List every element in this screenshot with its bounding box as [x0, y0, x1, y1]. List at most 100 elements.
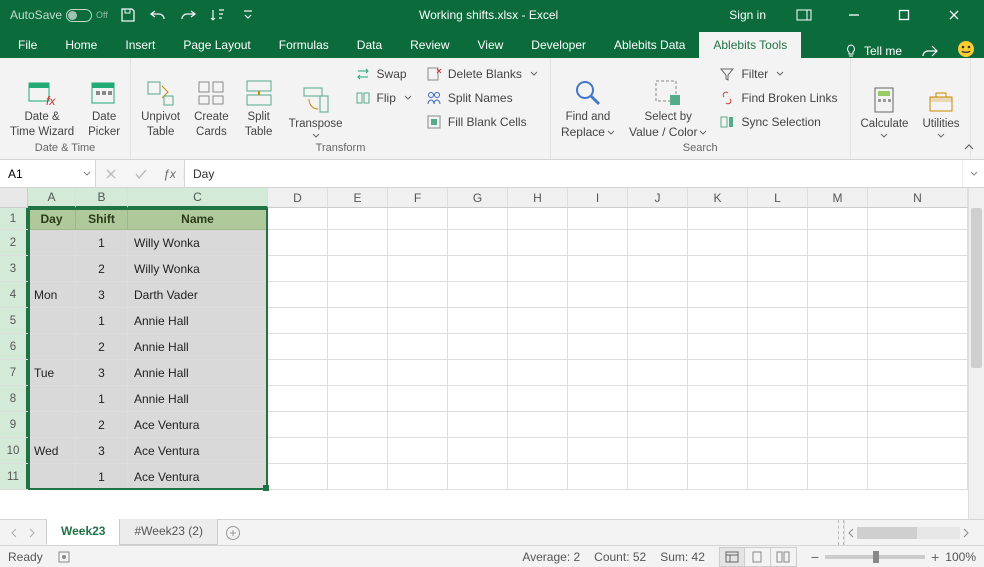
cell[interactable]: Darth Vader: [128, 282, 268, 307]
cell[interactable]: Annie Hall: [128, 360, 268, 385]
redo-icon[interactable]: [178, 5, 198, 25]
zoom-out-button[interactable]: −: [811, 549, 819, 565]
row-header[interactable]: 11: [0, 464, 28, 489]
row-header[interactable]: 5: [0, 308, 28, 333]
tab-data[interactable]: Data: [343, 32, 396, 58]
swap-button[interactable]: Swap: [353, 63, 418, 85]
row-header[interactable]: 8: [0, 386, 28, 411]
cell[interactable]: Ace Ventura: [128, 438, 268, 463]
tell-me-search[interactable]: Tell me: [834, 44, 912, 58]
calculate-button[interactable]: Calculate: [857, 61, 913, 141]
sort-qat-icon[interactable]: [208, 5, 228, 25]
cell[interactable]: [28, 464, 76, 489]
col-header[interactable]: B: [76, 188, 128, 208]
date-time-wizard-button[interactable]: fx Date &Time Wizard: [6, 61, 78, 141]
cell[interactable]: 3: [76, 438, 128, 463]
ribbon-display-options-icon[interactable]: [782, 3, 826, 27]
cell[interactable]: Willy Wonka: [128, 256, 268, 281]
maximize-button[interactable]: [882, 0, 926, 30]
row-header[interactable]: 3: [0, 256, 28, 281]
feedback-button[interactable]: [948, 40, 984, 58]
minimize-button[interactable]: [832, 0, 876, 30]
tab-file[interactable]: File: [4, 32, 51, 58]
cell[interactable]: Annie Hall: [128, 334, 268, 359]
sheet-tab-active[interactable]: Week23: [46, 519, 120, 545]
qat-customize-icon[interactable]: [238, 5, 258, 25]
col-header[interactable]: D: [268, 188, 328, 207]
close-button[interactable]: [932, 0, 976, 30]
new-sheet-button[interactable]: [218, 520, 248, 545]
cell[interactable]: Ace Ventura: [128, 412, 268, 437]
cell[interactable]: Day: [28, 208, 76, 230]
fill-blank-cells-button[interactable]: Fill Blank Cells: [424, 111, 544, 133]
cell[interactable]: Ace Ventura: [128, 464, 268, 489]
zoom-level[interactable]: 100%: [945, 550, 976, 564]
select-by-value-color-button[interactable]: Select byValue / Color: [625, 61, 711, 141]
tab-developer[interactable]: Developer: [517, 32, 600, 58]
col-header[interactable]: G: [448, 188, 508, 207]
view-normal-button[interactable]: [719, 547, 745, 567]
create-cards-button[interactable]: CreateCards: [190, 61, 233, 141]
cell[interactable]: 3: [76, 360, 128, 385]
col-header[interactable]: N: [868, 188, 968, 207]
tab-insert[interactable]: Insert: [111, 32, 169, 58]
col-header[interactable]: I: [568, 188, 628, 207]
flip-button[interactable]: Flip: [353, 87, 418, 109]
find-broken-links-button[interactable]: Find Broken Links: [717, 87, 843, 109]
tab-ablebits-data[interactable]: Ablebits Data: [600, 32, 699, 58]
select-all-triangle[interactable]: [0, 188, 28, 207]
cell[interactable]: [28, 386, 76, 411]
name-box[interactable]: A1: [0, 160, 96, 187]
tab-review[interactable]: Review: [396, 32, 463, 58]
insert-function-button[interactable]: ƒx: [156, 167, 184, 181]
row-header[interactable]: 7: [0, 360, 28, 385]
cell[interactable]: Shift: [76, 208, 128, 230]
cell[interactable]: Name: [128, 208, 268, 230]
collapse-ribbon-button[interactable]: [960, 139, 978, 155]
cancel-formula-button[interactable]: [96, 168, 126, 180]
row-header[interactable]: 6: [0, 334, 28, 359]
transpose-button[interactable]: Transpose: [285, 61, 347, 141]
sheet-nav-next[interactable]: [28, 528, 36, 538]
cell[interactable]: 2: [76, 256, 128, 281]
delete-blanks-button[interactable]: Delete Blanks: [424, 63, 544, 85]
tab-home[interactable]: Home: [51, 32, 111, 58]
formula-input[interactable]: Day: [185, 160, 962, 187]
unpivot-table-button[interactable]: UnpivotTable: [137, 61, 184, 141]
share-button[interactable]: [912, 44, 948, 58]
find-and-replace-button[interactable]: Find andReplace: [557, 61, 619, 141]
tab-ablebits-tools[interactable]: Ablebits Tools: [699, 32, 801, 58]
sheet-tab[interactable]: #Week23 (2): [119, 519, 217, 545]
autosave-toggle[interactable]: AutoSave Off: [10, 8, 108, 22]
filter-button[interactable]: Filter: [717, 63, 843, 85]
col-header[interactable]: E: [328, 188, 388, 207]
col-header[interactable]: M: [808, 188, 868, 207]
cell[interactable]: [28, 230, 76, 255]
cell[interactable]: 2: [76, 334, 128, 359]
undo-icon[interactable]: [148, 5, 168, 25]
tab-formulas[interactable]: Formulas: [265, 32, 343, 58]
cell[interactable]: Annie Hall: [128, 308, 268, 333]
tab-view[interactable]: View: [464, 32, 518, 58]
cell[interactable]: [28, 256, 76, 281]
expand-formula-bar-button[interactable]: [962, 160, 984, 187]
col-header[interactable]: J: [628, 188, 688, 207]
row-header[interactable]: 4: [0, 282, 28, 307]
col-header[interactable]: C: [128, 188, 268, 208]
row-header[interactable]: 9: [0, 412, 28, 437]
row-header[interactable]: 10: [0, 438, 28, 463]
col-header[interactable]: A: [28, 188, 76, 208]
date-picker-button[interactable]: DatePicker: [84, 61, 124, 141]
split-table-button[interactable]: SplitTable: [239, 61, 279, 141]
cell[interactable]: Annie Hall: [128, 386, 268, 411]
cell[interactable]: [28, 412, 76, 437]
cell[interactable]: 1: [76, 308, 128, 333]
cell[interactable]: 1: [76, 464, 128, 489]
cell[interactable]: [28, 334, 76, 359]
cell[interactable]: Willy Wonka: [128, 230, 268, 255]
worksheet-grid[interactable]: A B C D E F G H I J K L M N 1DayShiftNam…: [0, 188, 968, 519]
cell[interactable]: 3: [76, 282, 128, 307]
col-header[interactable]: L: [748, 188, 808, 207]
enter-formula-button[interactable]: [126, 168, 156, 180]
cell[interactable]: Tue: [28, 360, 76, 385]
